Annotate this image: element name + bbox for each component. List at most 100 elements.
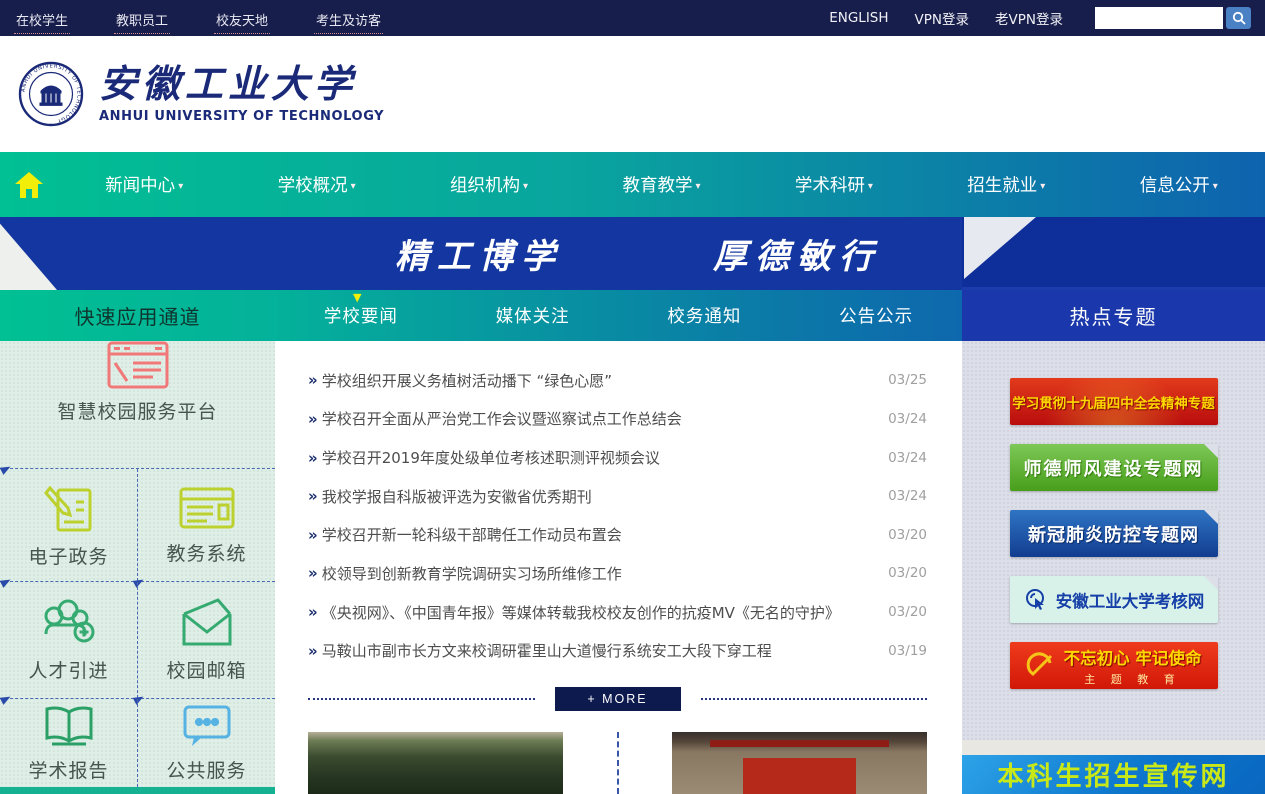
banner-undergraduate-admissions[interactable]: 本科生招生宣传网 xyxy=(962,755,1265,794)
link-visitors[interactable]: 考生及访客 xyxy=(314,3,383,34)
banner-covid-prevention-site[interactable]: 新冠肺炎防控专题网 xyxy=(1010,510,1218,557)
audience-links: 在校学生 教职员工 校友天地 考生及访客 xyxy=(14,3,383,34)
sidebar-item-label: 学术报告 xyxy=(28,756,108,783)
home-button[interactable] xyxy=(0,171,58,199)
chevron-down-icon: ▾ xyxy=(523,181,528,192)
chat-bubble-icon xyxy=(182,704,232,748)
banner-teacher-ethics-site[interactable]: 师德师风建设专题网 xyxy=(1010,444,1218,491)
news-item[interactable]: » 学校组织开展义务植树活动播下 “绿色心愿”03/25 xyxy=(308,361,927,400)
sidebar-item-academic-system[interactable]: 教务系统 xyxy=(138,469,275,581)
university-wordmark[interactable]: 安徽工业大学 ANHUI UNIVERSITY OF TECHNOLOGY xyxy=(99,64,384,124)
news-date: 03/24 xyxy=(888,411,927,427)
sidebar-item-campus-email[interactable]: 校园邮箱 xyxy=(138,582,275,698)
news-photo-tree-planting[interactable] xyxy=(308,732,563,794)
seal-building-glyph xyxy=(40,86,62,105)
chevron-down-icon: ▾ xyxy=(868,181,873,192)
hot-topic-banners: 学习贯彻十九届四中全会精神专题 师德师风建设专题网 新冠肺炎防控专题网 安徽工业… xyxy=(1010,341,1218,689)
nav-information-disclosure[interactable]: 信息公开▾ xyxy=(1093,172,1265,197)
news-item[interactable]: » 学校召开全面从严治党工作会议暨巡察试点工作总结会03/24 xyxy=(308,400,927,439)
banner-assessment-site[interactable]: 安徽工业大学考核网 xyxy=(1010,576,1218,623)
sidebar-item-e-government[interactable]: 电子政务 xyxy=(0,469,138,581)
tab-announcements[interactable]: 公告公示 xyxy=(790,290,962,341)
news-item[interactable]: » 《央视网》、《中国青年报》等媒体转载我校校友创作的抗疫MV《无名的守护》03… xyxy=(308,593,927,632)
quick-app-channel-header: 快速应用通道 xyxy=(0,290,275,341)
nav-academic-research[interactable]: 学术科研▾ xyxy=(748,172,920,197)
active-tab-marker-icon: ▼ xyxy=(353,291,361,304)
banner-original-aspiration-education[interactable]: 不忘初心 牢记使命 主 题 教 育 xyxy=(1010,642,1218,689)
double-arrow-icon: » xyxy=(308,526,318,544)
banner-sub-label: 主 题 教 育 xyxy=(1084,671,1181,687)
dotted-divider xyxy=(701,698,928,700)
link-english[interactable]: ENGLISH xyxy=(829,10,888,26)
chevron-down-icon: ▾ xyxy=(178,181,183,192)
double-arrow-icon: » xyxy=(308,603,318,621)
tab-school-notices[interactable]: 校务通知 xyxy=(619,290,791,341)
news-tabs: 学校要闻 媒体关注 校务通知 公告公示 xyxy=(275,290,962,341)
chevron-down-icon: ▾ xyxy=(1213,181,1218,192)
more-button[interactable]: + MORE xyxy=(555,687,681,711)
chevron-down-icon: ▾ xyxy=(695,181,700,192)
university-name-cn: 安徽工业大学 xyxy=(99,64,384,104)
photo-detail xyxy=(710,740,889,747)
envelope-icon xyxy=(180,598,234,648)
hot-topics-panel: 学习贯彻十九届四中全会精神专题 师德师风建设专题网 新冠肺炎防控专题网 安徽工业… xyxy=(962,341,1265,794)
browser-window-icon xyxy=(107,341,169,389)
news-photos xyxy=(308,732,927,794)
app-window-icon xyxy=(179,485,235,531)
motto-right: 厚德敏行 xyxy=(713,229,881,278)
sidebar-item-talent-recruitment[interactable]: 人才引进 xyxy=(0,582,138,698)
double-arrow-icon: » xyxy=(308,487,318,505)
divider-strip xyxy=(962,740,1265,755)
sidebar-row: 人才引进 校园邮箱 xyxy=(0,582,275,699)
sidebar-item-smart-campus[interactable]: 智慧校园服务平台 xyxy=(0,341,275,424)
news-date: 03/20 xyxy=(888,527,927,543)
hand-click-icon xyxy=(1023,587,1049,613)
news-item[interactable]: » 校领导到创新教育学院调研实习场所维修工作03/20 xyxy=(308,554,927,593)
news-item[interactable]: » 学校召开新一轮科级干部聘任工作动员布置会03/20 xyxy=(308,516,927,555)
tab-media-focus[interactable]: 媒体关注 xyxy=(447,290,619,341)
hot-topics-header: 热点专题 xyxy=(962,290,1265,341)
party-emblem-icon xyxy=(1026,651,1056,681)
dotted-divider xyxy=(308,698,535,700)
nav-items: 新闻中心▾ 学校概况▾ 组织机构▾ 教育教学▾ 学术科研▾ 招生就业▾ 信息公开… xyxy=(58,172,1265,197)
double-arrow-icon: » xyxy=(308,410,318,428)
nav-news-center[interactable]: 新闻中心▾ xyxy=(58,172,230,197)
double-arrow-icon: » xyxy=(308,642,318,660)
cloud-person-plus-icon xyxy=(40,598,98,648)
more-row: + MORE xyxy=(308,687,927,711)
news-item[interactable]: » 我校学报自科版被评选为安徽省优秀期刊03/24 xyxy=(308,477,927,516)
motto-banner-row: 精工博学 厚德敏行 xyxy=(0,217,1265,290)
nav-school-overview[interactable]: 学校概况▾ xyxy=(230,172,402,197)
search-button[interactable] xyxy=(1226,7,1251,29)
news-panel: » 学校组织开展义务植树活动播下 “绿色心愿”03/25 » 学校召开全面从严治… xyxy=(275,341,962,794)
sidebar-item-public-services[interactable]: 公共服务 xyxy=(138,699,275,787)
news-date: 03/24 xyxy=(888,488,927,504)
nav-organizations[interactable]: 组织机构▾ xyxy=(403,172,575,197)
link-faculty-staff[interactable]: 教职员工 xyxy=(114,3,170,34)
motto-left: 精工博学 xyxy=(395,229,563,278)
link-old-vpn-login[interactable]: 老VPN登录 xyxy=(995,8,1063,28)
sidebar-footer-strip xyxy=(0,787,275,794)
news-date: 03/19 xyxy=(888,643,927,659)
open-book-icon xyxy=(42,704,96,748)
sidebar-row: 电子政务 教务系统 xyxy=(0,469,275,582)
nav-education-teaching[interactable]: 教育教学▾ xyxy=(575,172,747,197)
university-seal-logo[interactable]: ANHUI UNIVERSITY OF TECHNOLOGY xyxy=(18,61,84,127)
news-photo-meeting-hall[interactable] xyxy=(672,732,927,794)
link-current-students[interactable]: 在校学生 xyxy=(14,3,70,34)
news-item[interactable]: » 马鞍山市副市长方文来校调研霍里山大道慢行系统安工大段下穿工程03/19 xyxy=(308,631,927,670)
chevron-down-icon: ▾ xyxy=(1040,181,1045,192)
news-date: 03/24 xyxy=(888,450,927,466)
link-vpn-login[interactable]: VPN登录 xyxy=(915,8,969,28)
sidebar-row: 智慧校园服务平台 xyxy=(0,341,275,469)
link-alumni[interactable]: 校友天地 xyxy=(214,3,270,34)
homepage: 在校学生 教职员工 校友天地 考生及访客 ENGLISH VPN登录 老VPN登… xyxy=(0,0,1265,794)
sidebar-item-label: 电子政务 xyxy=(28,542,108,569)
news-item[interactable]: » 学校召开2019年度处级单位考核述职测评视频会议03/24 xyxy=(308,438,927,477)
nav-admissions-careers[interactable]: 招生就业▾ xyxy=(920,172,1092,197)
search-input[interactable] xyxy=(1095,7,1223,29)
sidebar-item-academic-lectures[interactable]: 学术报告 xyxy=(0,699,138,787)
banner-plenary-session-special[interactable]: 学习贯彻十九届四中全会精神专题 xyxy=(1010,378,1218,425)
main-content: 智慧校园服务平台 电子政务 xyxy=(0,341,1265,794)
news-date: 03/25 xyxy=(888,372,927,388)
